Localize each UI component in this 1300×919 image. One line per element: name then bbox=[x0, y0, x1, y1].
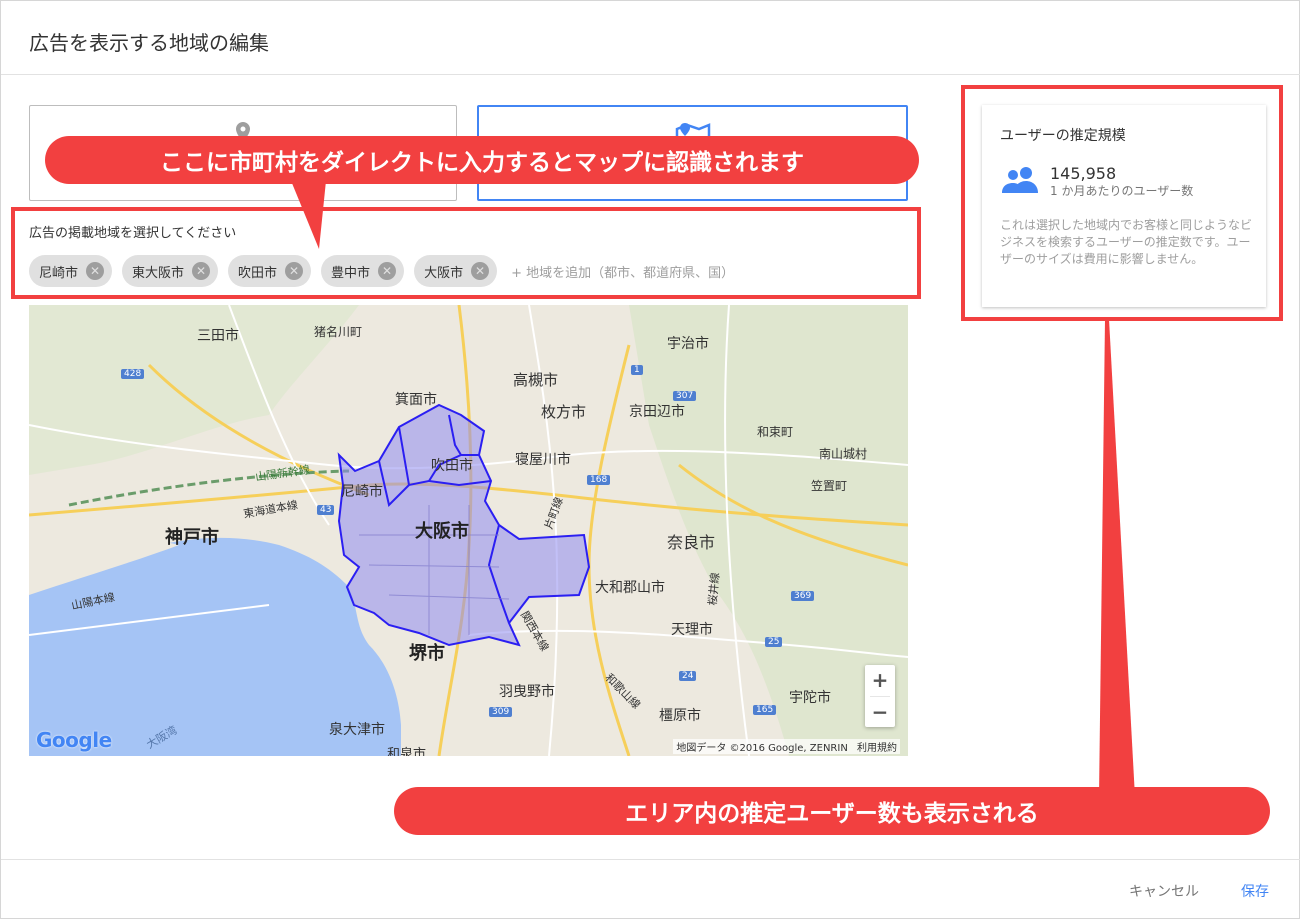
header-divider bbox=[1, 74, 1300, 75]
bottom-callout-tail bbox=[1099, 319, 1139, 797]
callout-connector bbox=[1099, 319, 1135, 797]
map-label: 大和郡山市 bbox=[595, 580, 665, 596]
map-label: 京田辺市 bbox=[629, 404, 685, 420]
road-number: 307 bbox=[673, 391, 697, 401]
attribution-text: 地図データ ©2016 Google, ZENRIN bbox=[676, 743, 848, 754]
map-label: 吹田市 bbox=[431, 458, 473, 474]
zoom-controls: + − bbox=[865, 665, 895, 727]
map-label: 宇治市 bbox=[667, 336, 709, 352]
map-label: 尼崎市 bbox=[341, 484, 383, 500]
map-label: 奈良市 bbox=[667, 533, 716, 552]
map-label: 枚方市 bbox=[541, 403, 587, 421]
map-label: 大阪市 bbox=[415, 521, 469, 542]
map-attribution: 地図データ ©2016 Google, ZENRIN 利用規約 bbox=[673, 739, 900, 754]
dialog: 広告を表示する地域の編集 広告の掲載地域を選択してください 尼崎市 ✕ 東大阪市… bbox=[0, 0, 1300, 919]
map-label: 猪名川町 bbox=[314, 325, 363, 339]
terms-link[interactable]: 利用規約 bbox=[857, 743, 897, 754]
map-label: 桜井線 bbox=[706, 572, 722, 607]
zoom-in-button[interactable]: + bbox=[865, 665, 895, 696]
map-label: 宇陀市 bbox=[789, 690, 831, 706]
footer-divider bbox=[1, 859, 1300, 860]
map-label: 寝屋川市 bbox=[515, 452, 571, 468]
map-label: 和泉市 bbox=[387, 747, 427, 756]
map-label: 和束町 bbox=[757, 425, 794, 439]
road-number: 25 bbox=[765, 637, 783, 647]
cancel-button[interactable]: キャンセル bbox=[1129, 881, 1199, 901]
road-number: 43 bbox=[317, 505, 335, 515]
zoom-out-button[interactable]: − bbox=[865, 697, 895, 728]
save-button[interactable]: 保存 bbox=[1241, 881, 1269, 901]
dialog-title: 広告を表示する地域の編集 bbox=[29, 31, 269, 55]
map[interactable]: 三田市 猪名川町 宇治市 高槻市 箕面市 枚方市 京田辺市 和束町 吹田市 寝屋… bbox=[29, 305, 908, 756]
map-label: 橿原市 bbox=[659, 708, 701, 724]
map-label: 天理市 bbox=[671, 622, 713, 638]
map-label: 堺市 bbox=[409, 643, 445, 664]
road-number: 1 bbox=[631, 365, 643, 375]
map-label: 神戸市 bbox=[165, 527, 219, 548]
map-label: 三田市 bbox=[197, 328, 239, 344]
road-number: 428 bbox=[121, 369, 145, 379]
map-label: 羽曳野市 bbox=[499, 684, 555, 700]
map-label: 南山城村 bbox=[819, 447, 868, 461]
map-label: 箕面市 bbox=[395, 392, 437, 408]
bottom-callout: エリア内の推定ユーザー数も表示される bbox=[394, 787, 1270, 835]
road-number: 369 bbox=[791, 591, 815, 601]
top-callout: ここに市町村をダイレクトに入力するとマップに認識されます bbox=[45, 136, 919, 184]
road-number: 168 bbox=[587, 475, 611, 485]
reach-highlight-box bbox=[961, 85, 1283, 321]
road-number: 309 bbox=[489, 707, 513, 717]
map-label: 高槻市 bbox=[513, 371, 559, 389]
map-label: 泉大津市 bbox=[329, 722, 385, 738]
map-label: 笠置町 bbox=[811, 479, 848, 493]
road-number: 165 bbox=[753, 705, 777, 715]
chips-highlight-box bbox=[11, 207, 921, 299]
road-number: 24 bbox=[679, 671, 697, 681]
google-logo: Google bbox=[36, 728, 112, 752]
